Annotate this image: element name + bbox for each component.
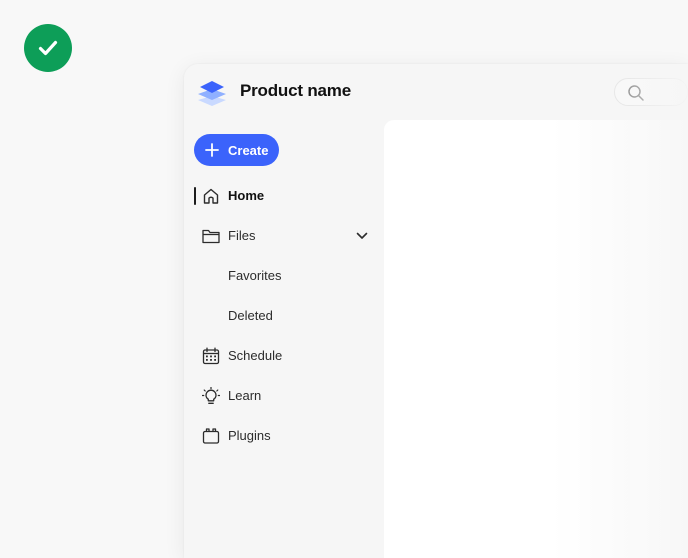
plus-icon — [205, 143, 219, 157]
sidebar-item-label: Deleted — [228, 308, 273, 323]
home-icon — [203, 188, 219, 204]
sidebar-item-favorites[interactable]: Favorites — [184, 256, 384, 296]
sidebar-item-label: Schedule — [228, 348, 283, 363]
product-name: Product name — [240, 81, 351, 100]
chevron-down-icon[interactable] — [355, 229, 369, 243]
main-content-area — [384, 120, 688, 558]
sidebar-item-learn[interactable]: Learn — [184, 376, 384, 416]
create-button-label: Create — [228, 142, 269, 158]
checkmark-icon — [38, 40, 58, 56]
success-check-badge — [24, 24, 72, 72]
active-indicator — [194, 187, 196, 205]
sidebar-item-deleted[interactable]: Deleted — [184, 296, 384, 336]
stacked-layers-logo-icon[interactable] — [196, 76, 228, 108]
app-window: Product name Create Home Files Favorites… — [184, 64, 688, 558]
sidebar-item-label: Favorites — [228, 268, 282, 283]
sidebar-item-plugins[interactable]: Plugins — [184, 416, 384, 456]
sidebar-item-schedule[interactable]: Schedule — [184, 336, 384, 376]
create-button[interactable]: Create — [194, 134, 279, 166]
sidebar-item-files[interactable]: Files — [184, 216, 384, 256]
sidebar-item-label: Files — [228, 228, 256, 243]
sidebar-item-home[interactable]: Home — [184, 176, 384, 216]
search-icon — [628, 85, 644, 101]
lightbulb-icon — [202, 387, 220, 404]
sidebar-nav: Home Files Favorites Deleted Schedule Le… — [184, 176, 384, 456]
search-field[interactable] — [614, 78, 688, 106]
sidebar-item-label: Learn — [228, 388, 262, 403]
folder-icon — [202, 229, 220, 244]
sidebar-item-label: Plugins — [228, 428, 271, 443]
calendar-icon — [202, 347, 220, 365]
app-header: Product name — [184, 64, 688, 120]
plugin-icon — [202, 428, 220, 444]
sidebar-item-label: Home — [228, 188, 265, 203]
